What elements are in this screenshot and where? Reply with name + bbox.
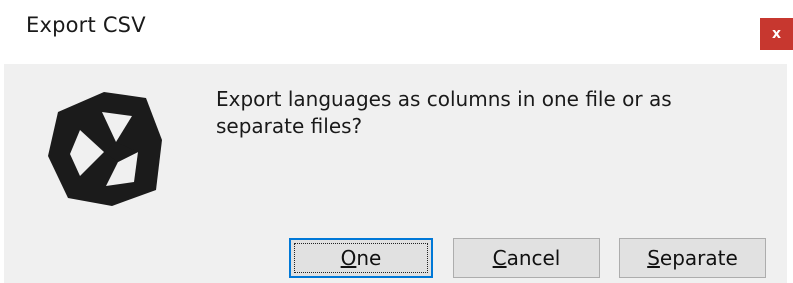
one-button[interactable]: One: [289, 238, 433, 278]
close-button[interactable]: x: [760, 18, 793, 50]
close-icon: x: [771, 26, 782, 42]
separate-button-label: Separate: [647, 246, 738, 270]
separate-button[interactable]: Separate: [619, 238, 766, 278]
cancel-button[interactable]: Cancel: [453, 238, 600, 278]
title-bar[interactable]: Export CSV x: [0, 0, 793, 64]
one-button-label: One: [340, 246, 382, 270]
dialog-message: Export languages as columns in one file …: [216, 87, 672, 138]
cancel-button-label: Cancel: [492, 246, 561, 270]
unity-logo-icon: [48, 92, 162, 206]
window-title: Export CSV: [26, 13, 146, 37]
export-csv-dialog: Export CSV x Export languages as columns…: [0, 0, 793, 283]
